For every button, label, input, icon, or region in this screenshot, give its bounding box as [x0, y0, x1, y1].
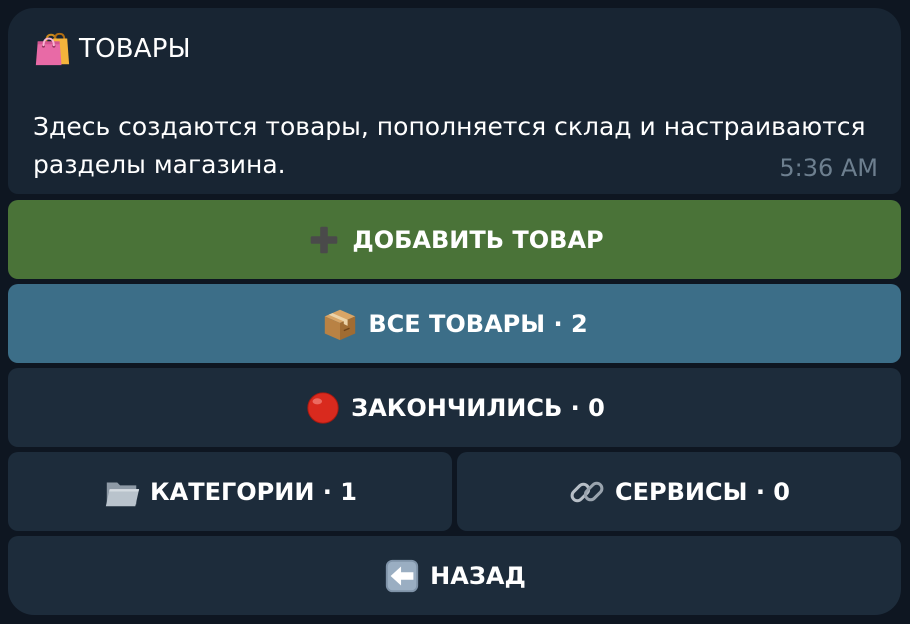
message-title-text: ТОВАРЫ: [79, 34, 191, 64]
message-bubble: ТОВАРЫ Здесь создаются товары, пополняет…: [8, 8, 901, 194]
add-product-label: ДОБАВИТЬ ТОВАР: [352, 225, 604, 254]
red-circle-icon: [307, 391, 339, 424]
out-of-stock-button[interactable]: ЗАКОНЧИЛИСЬ · 0: [8, 368, 901, 447]
package-icon: [325, 309, 356, 340]
plus-icon: [311, 226, 338, 253]
services-button[interactable]: СЕРВИСЫ · 0: [457, 452, 901, 531]
back-arrow-icon: [386, 559, 419, 592]
back-button[interactable]: НАЗАД: [8, 536, 901, 615]
categories-button[interactable]: КАТЕГОРИИ · 1: [8, 452, 452, 531]
shopping-bags-icon: [35, 32, 70, 66]
link-icon: [570, 481, 604, 502]
services-label: СЕРВИСЫ · 0: [615, 477, 790, 506]
all-products-label: ВСЕ ТОВАРЫ · 2: [368, 309, 588, 338]
all-products-button[interactable]: ВСЕ ТОВАРЫ · 2: [8, 284, 901, 363]
message-timestamp: 5:36 AM: [779, 154, 878, 182]
folder-icon: [105, 482, 140, 506]
out-of-stock-label: ЗАКОНЧИЛИСЬ · 0: [351, 393, 605, 422]
add-product-button[interactable]: ДОБАВИТЬ ТОВАР: [8, 200, 901, 279]
message-title: ТОВАРЫ: [33, 30, 191, 68]
categories-label: КАТЕГОРИИ · 1: [150, 477, 357, 506]
message-body: Здесь создаются товары, пополняется скла…: [33, 112, 866, 179]
back-label: НАЗАД: [430, 561, 526, 590]
chat-view: ТОВАРЫ Здесь создаются товары, пополняет…: [0, 0, 910, 624]
